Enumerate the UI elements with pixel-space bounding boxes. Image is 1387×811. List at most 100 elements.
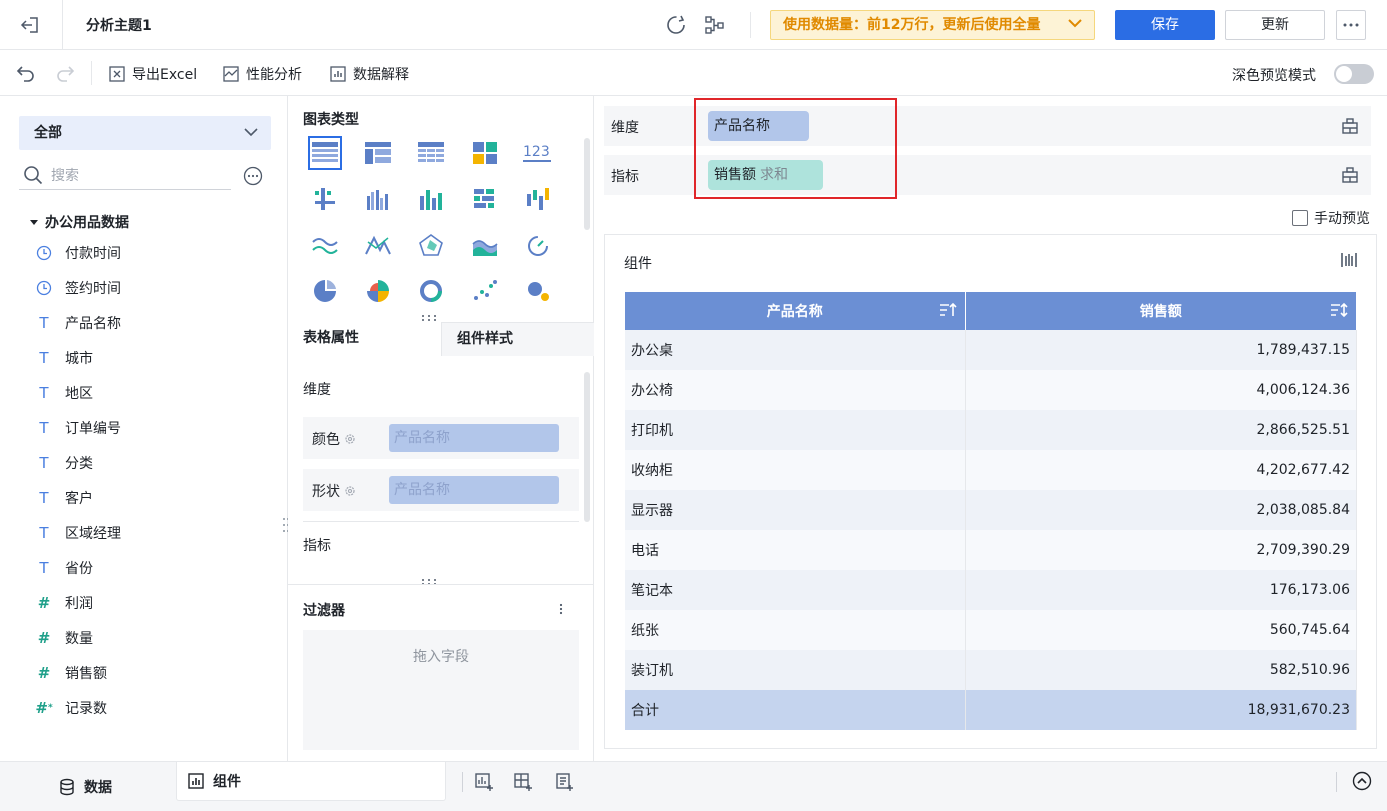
lineage-icon[interactable] (703, 13, 727, 37)
sort-icon[interactable] (1330, 302, 1348, 318)
color-field-slot[interactable]: 产品名称 (389, 424, 559, 452)
dimension-chip[interactable]: 产品名称 (708, 111, 809, 141)
more-vertical-icon[interactable] (558, 602, 564, 616)
undo-icon[interactable] (14, 62, 38, 86)
dark-mode-toggle[interactable] (1334, 64, 1374, 84)
field-item[interactable]: T 分类 (36, 445, 276, 480)
more-dots-icon (1343, 23, 1359, 27)
tab-data[interactable]: 数据 (58, 768, 112, 806)
line-chart-icon (312, 238, 338, 254)
redo-icon[interactable] (53, 62, 77, 86)
chart-type-group-table[interactable] (361, 136, 414, 182)
sort-icon[interactable] (939, 302, 957, 318)
column-header[interactable]: 产品名称 (625, 292, 966, 330)
chart-type-radar-line[interactable] (361, 228, 414, 274)
divider (462, 772, 463, 792)
field-name: 付款时间 (65, 245, 121, 262)
field-item[interactable]: 付款时间 (36, 235, 276, 270)
chart-type-bar-sorted[interactable] (308, 182, 361, 228)
search-more-icon[interactable] (243, 166, 263, 186)
add-dashboard-icon[interactable] (513, 772, 533, 792)
cross-table-icon (418, 142, 445, 163)
collapse-up-icon[interactable] (1352, 771, 1372, 791)
chart-type-bubble[interactable] (521, 274, 574, 320)
chart-type-number[interactable]: 123 (521, 136, 574, 182)
column-header[interactable]: 销售额 (965, 292, 1357, 330)
layout-icon[interactable] (1341, 166, 1359, 184)
field-name: 地区 (65, 385, 93, 402)
update-button[interactable]: 更新 (1225, 10, 1325, 40)
chart-type-rose[interactable] (361, 274, 414, 320)
add-report-icon[interactable] (554, 772, 574, 792)
filter-drop-zone[interactable]: 拖入字段 (303, 630, 579, 750)
field-item[interactable]: T 城市 (36, 340, 276, 375)
section-resize-handle[interactable] (420, 314, 438, 322)
export-excel-button[interactable]: 导出Excel (108, 64, 197, 84)
gear-icon[interactable] (344, 433, 356, 445)
chart-type-grouped-column[interactable] (361, 182, 414, 228)
gear-icon[interactable] (344, 485, 356, 497)
field-item[interactable]: # 数量 (36, 620, 276, 655)
table-row[interactable]: 办公桌 1,789,437.15 (625, 330, 1357, 370)
manual-preview-checkbox[interactable]: 手动预览 (1292, 208, 1370, 228)
donut-chart-icon (420, 280, 443, 302)
dataset-select[interactable]: 全部 (19, 116, 271, 150)
tree-node-dataset[interactable]: 办公用品数据 (30, 212, 129, 232)
chart-type-table[interactable] (308, 136, 361, 182)
data-explain-button[interactable]: 数据解释 (329, 64, 409, 84)
more-button[interactable] (1336, 10, 1366, 40)
table-total-row[interactable]: 合计 18,931,670.23 (625, 690, 1357, 730)
chart-type-radar[interactable] (414, 228, 467, 274)
performance-analysis-button[interactable]: 性能分析 (222, 64, 302, 84)
save-button[interactable]: 保存 (1115, 10, 1215, 40)
chart-type-gauge[interactable] (521, 228, 574, 274)
table-row[interactable]: 办公椅 4,006,124.36 (625, 370, 1357, 410)
field-item[interactable]: T 区域经理 (36, 515, 276, 550)
field-item[interactable]: T 产品名称 (36, 305, 276, 340)
field-item[interactable]: # 利润 (36, 585, 276, 620)
chart-type-column[interactable] (414, 182, 467, 228)
chart-type-stacked-bar[interactable] (468, 182, 521, 228)
field-item[interactable]: # 销售额 (36, 655, 276, 690)
table-row[interactable]: 打印机 2,866,525.51 (625, 410, 1357, 450)
table-row[interactable]: 收纳柜 4,202,677.42 (625, 450, 1357, 490)
table-row[interactable]: 显示器 2,038,085.84 (625, 490, 1357, 530)
chart-settings-icon[interactable] (1340, 251, 1358, 269)
search-input[interactable] (51, 165, 226, 187)
chart-type-pie[interactable] (308, 274, 361, 320)
shape-field-slot[interactable]: 产品名称 (389, 476, 559, 504)
layout-icon[interactable] (1341, 117, 1359, 135)
table-row[interactable]: 笔记本 176,173.06 (625, 570, 1357, 610)
chart-type-area[interactable] (468, 228, 521, 274)
tab-component[interactable]: 组件 (176, 762, 446, 801)
refresh-icon[interactable] (664, 13, 688, 37)
field-item[interactable]: T 地区 (36, 375, 276, 410)
table-cell: 582,510.96 (965, 650, 1357, 690)
chart-type-cross-table[interactable] (414, 136, 467, 182)
field-item[interactable]: T 客户 (36, 480, 276, 515)
scrollbar[interactable] (584, 372, 590, 522)
add-component-icon[interactable] (474, 772, 494, 792)
column-header-label: 产品名称 (766, 304, 823, 320)
field-item[interactable]: 签约时间 (36, 270, 276, 305)
field-item[interactable]: # * 记录数 (35, 690, 276, 725)
tab-table-properties[interactable]: 表格属性 (288, 322, 441, 356)
tab-component-style[interactable]: 组件样式 (441, 322, 594, 356)
chart-type-line[interactable] (308, 228, 361, 274)
chart-type-scatter[interactable] (468, 274, 521, 320)
table-row[interactable]: 纸张 560,745.64 (625, 610, 1357, 650)
field-item[interactable]: T 省份 (36, 550, 276, 585)
data-volume-notice[interactable]: 使用数据量：前12万行，更新后使用全量 (770, 10, 1095, 40)
field-item[interactable]: T 订单编号 (36, 410, 276, 445)
measure-chip[interactable]: 销售额 求和 (708, 160, 823, 190)
exit-icon[interactable] (18, 13, 44, 37)
chart-types-title: 图表类型 (303, 112, 359, 128)
table-row[interactable]: 电话 2,709,390.29 (625, 530, 1357, 570)
scrollbar[interactable] (584, 138, 590, 230)
chart-type-range-column[interactable] (521, 182, 574, 228)
checkbox[interactable] (1292, 210, 1308, 226)
chart-type-kpi-block[interactable] (468, 136, 521, 182)
table-row[interactable]: 装订机 582,510.96 (625, 650, 1357, 690)
table-cell: 2,866,525.51 (965, 410, 1357, 450)
measure-chip-aggregation: 求和 (760, 167, 788, 183)
